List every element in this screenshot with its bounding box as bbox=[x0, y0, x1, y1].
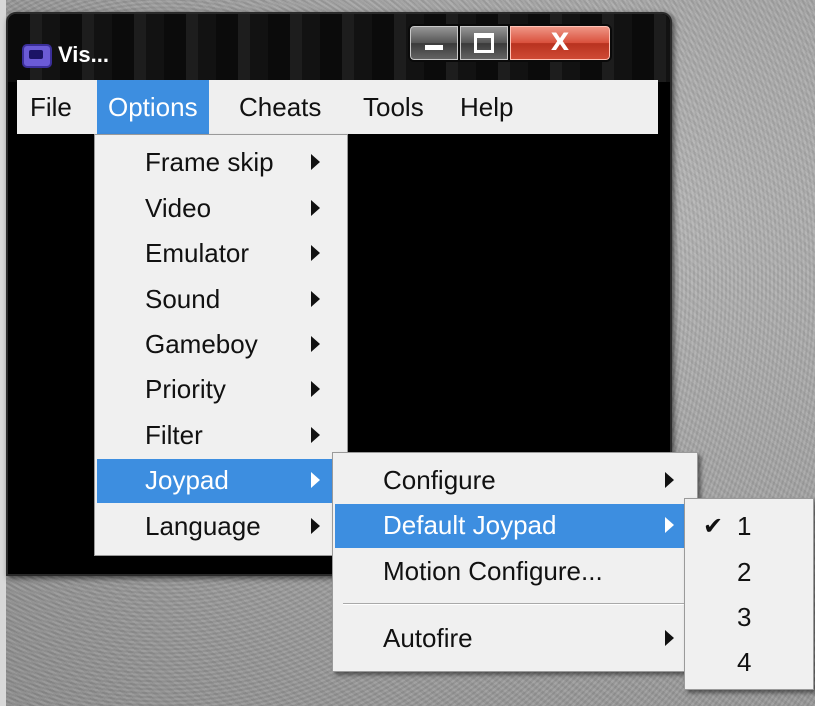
joypad-option-4[interactable]: 4 bbox=[687, 641, 811, 685]
chevron-right-icon bbox=[311, 336, 320, 352]
menu-item-motion-configure[interactable]: Motion Configure... bbox=[335, 550, 695, 594]
menu-file[interactable]: File bbox=[19, 80, 83, 134]
menu-tools[interactable]: Tools bbox=[352, 80, 435, 134]
menu-item-label: Joypad bbox=[145, 465, 229, 495]
menu-item-label: 3 bbox=[737, 602, 752, 632]
menu-item-label: Configure bbox=[383, 465, 496, 495]
options-menu: Frame skip Video Emulator Sound Gameboy … bbox=[94, 134, 348, 556]
menu-item-filter[interactable]: Filter bbox=[97, 414, 345, 458]
chevron-right-icon bbox=[311, 381, 320, 397]
menu-item-label: 2 bbox=[737, 557, 752, 587]
title-bar[interactable]: Vis... X bbox=[8, 14, 670, 82]
chevron-right-icon bbox=[311, 154, 320, 170]
menu-item-label: Priority bbox=[145, 374, 226, 404]
joypad-option-2[interactable]: 2 bbox=[687, 551, 811, 595]
menu-item-frame-skip[interactable]: Frame skip bbox=[97, 141, 345, 185]
menu-item-label: Autofire bbox=[383, 623, 473, 653]
menu-item-label: Default Joypad bbox=[383, 510, 557, 540]
menu-item-label: Motion Configure... bbox=[383, 556, 603, 586]
menu-help[interactable]: Help bbox=[449, 80, 524, 134]
menu-item-autofire[interactable]: Autofire bbox=[335, 617, 695, 661]
close-button[interactable]: X bbox=[508, 24, 612, 62]
chevron-right-icon bbox=[311, 518, 320, 534]
chevron-right-icon bbox=[311, 200, 320, 216]
close-icon: X bbox=[550, 28, 570, 56]
joypad-option-1[interactable]: ✔ 1 bbox=[687, 505, 811, 549]
menu-item-label: Sound bbox=[145, 284, 221, 314]
window-title: Vis... bbox=[58, 42, 109, 67]
menu-item-sound[interactable]: Sound bbox=[97, 278, 345, 322]
chevron-right-icon bbox=[311, 291, 320, 307]
menu-cheats[interactable]: Cheats bbox=[228, 80, 332, 134]
menu-options[interactable]: Options bbox=[97, 80, 209, 134]
chevron-right-icon bbox=[311, 427, 320, 443]
menu-item-priority[interactable]: Priority bbox=[97, 368, 345, 412]
menu-item-default-joypad[interactable]: Default Joypad bbox=[335, 504, 695, 548]
joypad-option-3[interactable]: 3 bbox=[687, 596, 811, 640]
chevron-right-icon bbox=[665, 472, 674, 488]
menu-item-label: 4 bbox=[737, 647, 752, 677]
menu-item-label: Video bbox=[145, 193, 212, 223]
menu-item-joypad[interactable]: Joypad bbox=[97, 459, 345, 503]
checkmark-icon: ✔ bbox=[703, 512, 724, 540]
default-joypad-submenu: ✔ 1 2 3 4 bbox=[684, 498, 814, 690]
joypad-submenu: Configure Default Joypad Motion Configur… bbox=[332, 452, 698, 672]
chevron-right-icon bbox=[311, 472, 320, 488]
menu-item-label: Gameboy bbox=[145, 329, 258, 359]
menu-item-video[interactable]: Video bbox=[97, 187, 345, 231]
menu-item-label: Language bbox=[145, 511, 261, 541]
menu-item-gameboy[interactable]: Gameboy bbox=[97, 323, 345, 367]
chevron-right-icon bbox=[665, 517, 674, 533]
maximize-button[interactable] bbox=[458, 24, 510, 62]
chevron-right-icon bbox=[311, 245, 320, 261]
menu-item-label: Frame skip bbox=[145, 147, 274, 177]
minimize-button[interactable] bbox=[408, 24, 460, 62]
menu-item-configure[interactable]: Configure bbox=[335, 459, 695, 503]
menu-bar: File Options Cheats Tools Help bbox=[17, 80, 658, 134]
app-icon[interactable] bbox=[22, 44, 52, 68]
menu-item-emulator[interactable]: Emulator bbox=[97, 232, 345, 276]
menu-item-label: Emulator bbox=[145, 238, 250, 268]
menu-separator bbox=[343, 603, 687, 605]
menu-item-label: 1 bbox=[737, 511, 752, 541]
chevron-right-icon bbox=[665, 630, 674, 646]
menu-item-label: Filter bbox=[145, 420, 203, 450]
menu-item-language[interactable]: Language bbox=[97, 505, 345, 549]
